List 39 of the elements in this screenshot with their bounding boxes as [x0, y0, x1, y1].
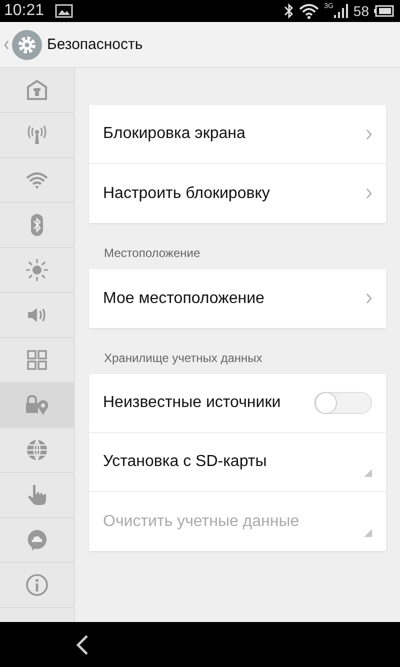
wifi-icon [299, 4, 320, 18]
settings-row[interactable]: Настроить блокировку [89, 164, 386, 223]
toggle-switch[interactable] [314, 392, 372, 414]
info-icon [25, 573, 49, 597]
chevron-icon [366, 128, 372, 140]
settings-row[interactable]: Неизвестные источники [89, 374, 386, 433]
corner-triangle-icon [364, 469, 372, 477]
settings-icon[interactable] [12, 30, 42, 60]
home-icon [25, 78, 49, 102]
hand-icon [25, 483, 49, 507]
signal-icon [334, 4, 348, 18]
lock-pin-icon [25, 393, 49, 417]
clock-time: 10:21 [4, 2, 44, 20]
bluetooth-icon [284, 3, 294, 19]
settings-row[interactable]: Установка с SD-карты [89, 433, 386, 492]
row-label: Неизвестные источники [103, 394, 282, 412]
back-icon[interactable] [75, 634, 89, 656]
row-label: Настроить блокировку [103, 184, 271, 202]
battery-icon [374, 5, 394, 17]
section-header: Хранилище учетных данных [103, 350, 264, 367]
chevron-icon [366, 188, 372, 199]
settings-row[interactable]: Мое местоположение [89, 269, 386, 328]
image-icon [55, 4, 74, 18]
row-label: Установка с SD-карты [103, 453, 268, 471]
antenna-icon [25, 123, 49, 147]
page-title: Безопасность [47, 36, 143, 53]
corner-triangle-icon [364, 529, 372, 537]
battery-level: 58 [353, 3, 369, 19]
section-header: Местоположение [103, 245, 202, 262]
sidebar-item[interactable] [0, 383, 74, 428]
row-label: Блокировка экрана [103, 125, 246, 143]
cloud-bubble-icon [25, 528, 49, 552]
row-label: Мое местоположение [103, 290, 266, 308]
row-label: Очистить учетные данные [103, 512, 300, 530]
chevron-icon [366, 293, 372, 304]
apps-icon [25, 348, 49, 372]
brightness-icon [25, 258, 49, 282]
globe-icon [25, 438, 49, 462]
settings-row[interactable]: Блокировка экрана [89, 105, 386, 164]
